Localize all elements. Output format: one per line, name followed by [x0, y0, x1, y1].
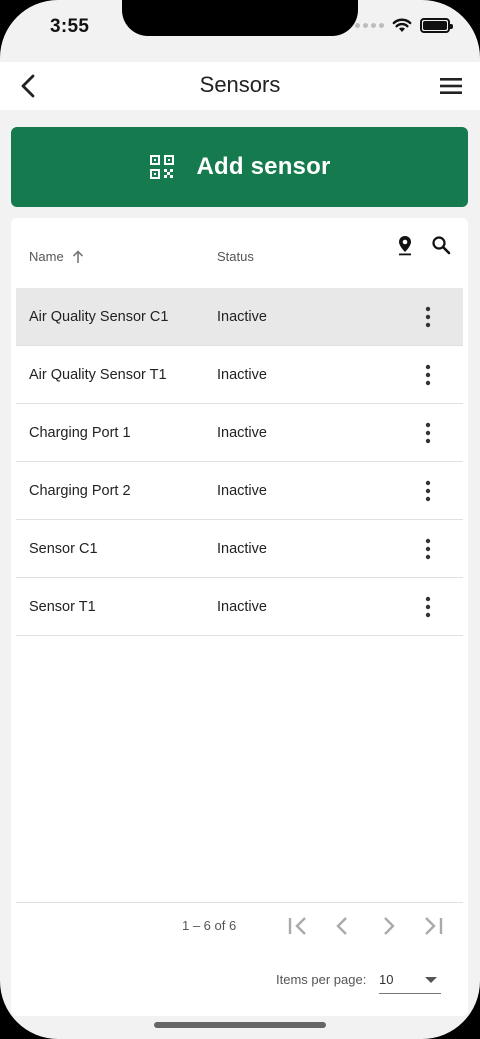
sensor-name: Sensor T1	[29, 599, 96, 615]
search-icon[interactable]	[430, 234, 452, 256]
sensor-status: Inactive	[217, 425, 267, 441]
qr-code-icon	[150, 155, 175, 179]
page-range-label: 1 – 6 of 6	[182, 918, 237, 933]
wifi-icon	[392, 18, 412, 32]
sort-arrow-up-icon	[72, 249, 83, 263]
last-page-icon[interactable]	[419, 912, 447, 940]
paginator: 1 – 6 of 6 Items per page: 10	[16, 902, 463, 1016]
table-header: Name Status	[16, 218, 463, 288]
battery-icon	[420, 17, 453, 33]
sensor-status: Inactive	[217, 309, 267, 325]
hamburger-menu-icon[interactable]	[438, 72, 464, 100]
more-vert-icon[interactable]	[420, 306, 436, 328]
sensors-table-card: Name Status Air Quality Sensor C1 Inacti…	[11, 218, 468, 1016]
more-vert-icon[interactable]	[420, 480, 436, 502]
table-row[interactable]: Air Quality Sensor C1 Inactive	[16, 288, 463, 346]
table-row[interactable]: Charging Port 2 Inactive	[16, 462, 463, 520]
app-bar: Sensors	[0, 62, 480, 110]
sensor-status: Inactive	[217, 367, 267, 383]
column-header-status[interactable]: Status	[217, 249, 254, 264]
dropdown-caret-icon	[425, 977, 437, 983]
sensor-name: Sensor C1	[29, 541, 98, 557]
table-row[interactable]: Sensor T1 Inactive	[16, 578, 463, 636]
sensor-name: Air Quality Sensor C1	[29, 309, 169, 325]
phone-screen: 3:55 Sensors Add sensor Name Status Air …	[0, 0, 480, 1039]
sensor-name: Charging Port 1	[29, 425, 131, 441]
table-row[interactable]: Sensor C1 Inactive	[16, 520, 463, 578]
sensor-status: Inactive	[217, 483, 267, 499]
table-row[interactable]: Air Quality Sensor T1 Inactive	[16, 346, 463, 404]
status-time: 3:55	[50, 16, 90, 37]
sensor-status: Inactive	[217, 599, 267, 615]
add-sensor-label: Add sensor	[196, 153, 331, 180]
more-vert-icon[interactable]	[420, 364, 436, 386]
column-header-name-label: Name	[29, 249, 64, 264]
sensor-status: Inactive	[217, 541, 267, 557]
page-title: Sensors	[199, 72, 281, 97]
sensor-name: Charging Port 2	[29, 483, 131, 499]
first-page-icon[interactable]	[284, 912, 312, 940]
status-icons	[355, 17, 453, 33]
items-per-page-value: 10	[379, 972, 394, 987]
more-vert-icon[interactable]	[420, 596, 436, 618]
next-page-icon[interactable]	[374, 912, 402, 940]
sensor-name: Air Quality Sensor T1	[29, 367, 167, 383]
notch	[122, 0, 358, 36]
table-body: Air Quality Sensor C1 Inactive Air Quali…	[16, 288, 463, 636]
column-header-name[interactable]: Name	[29, 249, 84, 264]
items-per-page-label: Items per page:	[276, 972, 367, 987]
signal-icon	[355, 22, 384, 28]
items-per-page-select[interactable]: 10	[379, 968, 441, 994]
previous-page-icon[interactable]	[329, 912, 357, 940]
location-pin-icon[interactable]	[394, 234, 416, 256]
add-sensor-button[interactable]: Add sensor	[11, 127, 468, 207]
more-vert-icon[interactable]	[420, 538, 436, 560]
home-indicator[interactable]	[154, 1022, 326, 1028]
table-row[interactable]: Charging Port 1 Inactive	[16, 404, 463, 462]
more-vert-icon[interactable]	[420, 422, 436, 444]
